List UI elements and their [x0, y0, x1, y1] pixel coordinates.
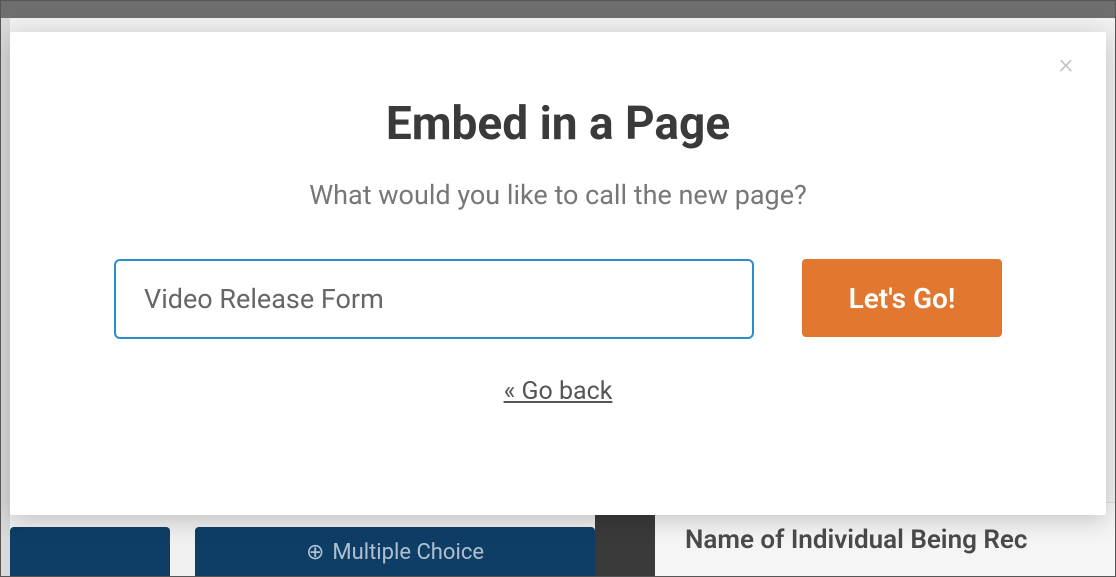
background-sidebar: [0, 18, 10, 577]
background-buttons-row: ⊕ Multiple Choice: [10, 522, 595, 577]
input-row: Let's Go!: [100, 259, 1016, 339]
close-icon: ×: [1059, 47, 1074, 80]
background-top-bar: [0, 0, 1116, 18]
background-button-2-label: Multiple Choice: [332, 540, 484, 565]
background-right-panel-text: Name of Individual Being Rec: [685, 525, 1027, 555]
page-name-input[interactable]: [114, 259, 754, 339]
embed-page-modal: × Embed in a Page What would you like to…: [10, 32, 1106, 515]
close-button[interactable]: ×: [1054, 52, 1078, 76]
background-button-1: [10, 527, 170, 577]
go-back-link[interactable]: « Go back: [100, 377, 1016, 406]
modal-title: Embed in a Page: [100, 97, 1016, 151]
plus-circle-icon: ⊕: [306, 540, 324, 565]
modal-subtitle: What would you like to call the new page…: [100, 179, 1016, 211]
lets-go-button[interactable]: Let's Go!: [802, 259, 1002, 337]
background-button-multiple-choice: ⊕ Multiple Choice: [195, 527, 595, 577]
